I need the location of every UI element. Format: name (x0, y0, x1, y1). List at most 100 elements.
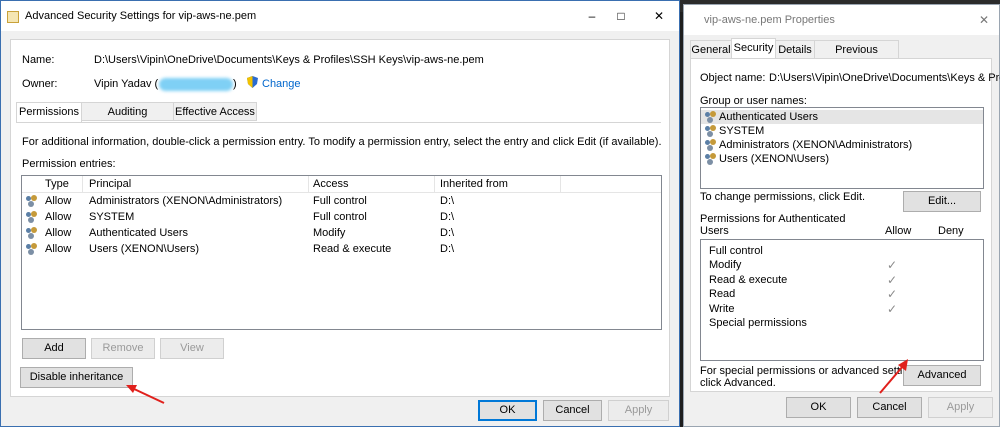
close-icon[interactable]: ✕ (977, 13, 991, 27)
col-inherited[interactable]: Inherited from (440, 178, 508, 190)
row-inherited: D:\ (440, 211, 455, 223)
adv-titlebar[interactable]: Advanced Security Settings for vip-aws-n… (1, 1, 679, 31)
permission-name: Full control (709, 245, 763, 257)
props-content: General Security Details Previous Versio… (684, 35, 1000, 426)
adv-main-panel: Name: D:\Users\Vipin\OneDrive\Documents\… (10, 39, 670, 397)
permissions-for-label-2: Users (700, 225, 729, 237)
props-window-title: vip-aws-ne.pem Properties (704, 14, 835, 26)
permission-row: Modify ✓ (701, 258, 983, 272)
check-icon: ✓ (887, 273, 898, 287)
row-principal: Authenticated Users (89, 227, 189, 239)
permission-row: Read & execute ✓ (701, 273, 983, 287)
permission-name: Modify (709, 259, 742, 271)
row-inherited: D:\ (440, 227, 455, 239)
row-principal: SYSTEM (89, 211, 135, 223)
tab-permissions-label: Permissions (19, 106, 79, 118)
minimize-icon[interactable]: – (585, 9, 599, 23)
users-icon (26, 195, 38, 206)
adv-content: Name: D:\Users\Vipin\OneDrive\Documents\… (1, 31, 679, 426)
table-row[interactable]: Allow Authenticated Users Modify D:\ (22, 225, 661, 241)
row-type: Allow (45, 195, 72, 207)
row-type: Allow (45, 243, 72, 255)
permission-entries-table[interactable]: Type Principal Access Inherited from All… (21, 175, 662, 330)
list-item[interactable]: Authenticated Users (701, 110, 983, 124)
row-access: Modify (313, 227, 346, 239)
adv-apply-button[interactable]: Apply (608, 400, 669, 421)
col-access[interactable]: Access (313, 178, 348, 190)
table-header: Type Principal Access Inherited from (22, 176, 661, 193)
props-titlebar[interactable]: vip-aws-ne.pem Properties ✕ (684, 5, 999, 35)
users-icon (705, 111, 717, 122)
check-icon: ✓ (887, 258, 898, 272)
tab-details[interactable]: Details (775, 40, 815, 59)
group-list[interactable]: Authenticated Users SYSTEM Administrator… (700, 107, 984, 189)
tab-effective-access[interactable]: Effective Access (173, 102, 257, 121)
change-owner-link[interactable]: Change (262, 78, 301, 90)
list-item[interactable]: Administrators (XENON\Administrators) (701, 138, 983, 152)
list-item[interactable]: SYSTEM (701, 124, 983, 138)
maximize-icon[interactable]: □ (614, 9, 628, 23)
table-row[interactable]: Allow SYSTEM Full control D:\ (22, 209, 661, 225)
disable-inheritance-button[interactable]: Disable inheritance (20, 367, 133, 388)
props-apply-button[interactable]: Apply (928, 397, 993, 418)
properties-window: vip-aws-ne.pem Properties ✕ General Secu… (683, 4, 1000, 427)
annotation-arrow-right (879, 359, 908, 394)
annotation-arrow-left (126, 385, 165, 404)
deny-column-label: Deny (938, 225, 964, 237)
permissions-for-label-1: Permissions for Authenticated (700, 213, 846, 225)
tab-auditing[interactable]: Auditing (81, 102, 174, 121)
group-name: SYSTEM (719, 125, 765, 137)
tab-security[interactable]: Security (731, 38, 776, 59)
owner-suffix: ) (233, 78, 237, 90)
entries-label: Permission entries: (22, 158, 116, 170)
tab-details-label: Details (778, 44, 812, 56)
adv-ok-button[interactable]: OK (478, 400, 537, 421)
users-icon (26, 243, 38, 254)
list-item[interactable]: Users (XENON\Users) (701, 152, 983, 166)
permission-row: Full control (701, 244, 983, 258)
adv-window-title: Advanced Security Settings for vip-aws-n… (25, 10, 257, 22)
name-label: Name: (22, 54, 55, 66)
users-icon (705, 139, 717, 150)
row-type: Allow (45, 211, 72, 223)
permission-name: Read & execute (709, 274, 788, 286)
adv-cancel-button[interactable]: Cancel (543, 400, 602, 421)
table-row[interactable]: Allow Administrators (XENON\Administrato… (22, 193, 661, 209)
advanced-button[interactable]: Advanced (903, 365, 981, 386)
allow-column-label: Allow (885, 225, 912, 237)
props-ok-button[interactable]: OK (786, 397, 851, 418)
remove-button[interactable]: Remove (91, 338, 155, 359)
tab-previous-versions[interactable]: Previous Versions (814, 40, 899, 75)
edit-button[interactable]: Edit... (903, 191, 981, 212)
permission-row: Write ✓ (701, 302, 983, 316)
check-icon: ✓ (887, 302, 898, 316)
group-name: Users (XENON\Users) (719, 153, 830, 165)
props-security-panel: Object name: D:\Users\Vipin\OneDrive\Doc… (690, 58, 1000, 392)
tab-permissions[interactable]: Permissions (16, 102, 82, 123)
table-row[interactable]: Allow Users (XENON\Users) Read & execute… (22, 241, 661, 257)
change-permissions-text: To change permissions, click Edit. (700, 191, 866, 203)
row-type: Allow (45, 227, 72, 239)
view-button[interactable]: View (160, 338, 224, 359)
group-name: Administrators (XENON\Administrators) (719, 139, 913, 151)
tab-general[interactable]: General (690, 40, 732, 59)
users-icon (26, 211, 38, 222)
add-button[interactable]: Add (22, 338, 86, 359)
row-principal: Users (XENON\Users) (89, 243, 200, 255)
object-name-value: D:\Users\Vipin\OneDrive\Documents\Keys &… (769, 72, 1000, 84)
object-name-label: Object name: (700, 72, 766, 84)
row-access: Read & execute (313, 243, 392, 255)
close-icon[interactable]: ✕ (652, 9, 666, 23)
users-icon (705, 125, 717, 136)
info-text: For additional information, double-click… (22, 136, 662, 148)
permission-name: Read (709, 288, 736, 300)
props-cancel-button[interactable]: Cancel (857, 397, 922, 418)
owner-label: Owner: (22, 78, 58, 90)
shield-app-icon (7, 11, 19, 23)
row-access: Full control (313, 211, 367, 223)
col-principal[interactable]: Principal (89, 178, 131, 190)
col-type[interactable]: Type (45, 178, 69, 190)
group-name: Authenticated Users (719, 111, 819, 123)
name-value: D:\Users\Vipin\OneDrive\Documents\Keys &… (94, 54, 484, 66)
permission-name: Special permissions (709, 317, 807, 329)
